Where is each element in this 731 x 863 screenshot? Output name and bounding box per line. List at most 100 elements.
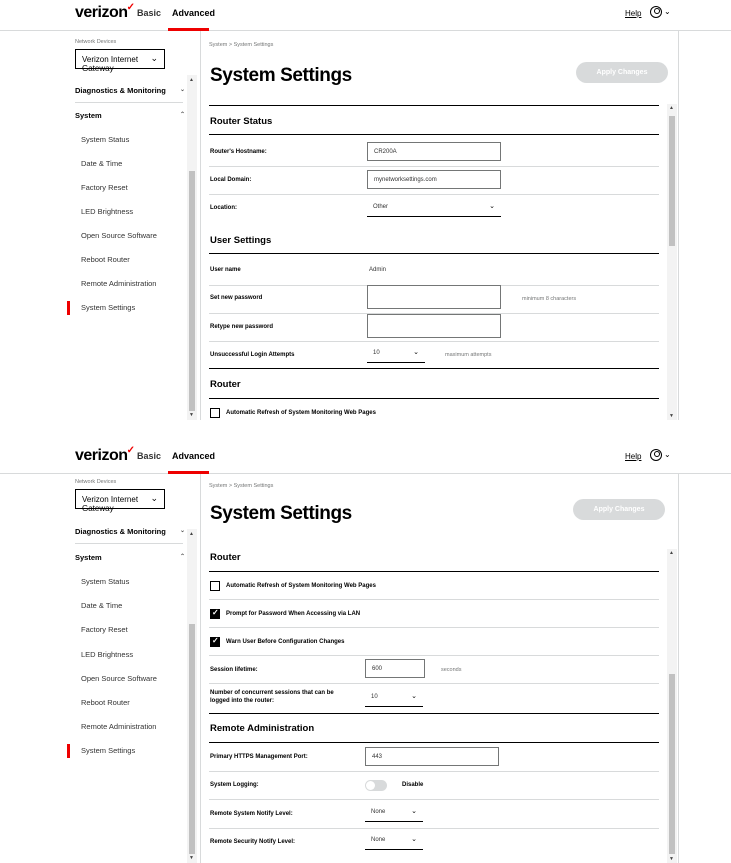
chevron-down-icon: ⌄ (489, 203, 495, 210)
scroll-down-icon[interactable]: ▼ (189, 855, 194, 861)
sidebar-item-system-status[interactable]: System Status (81, 135, 129, 144)
sidebar-scrollbar[interactable]: ▲ ▼ (187, 75, 197, 420)
sidebar-item-open-source[interactable]: Open Source Software (81, 674, 157, 683)
scroll-down-icon[interactable]: ▼ (189, 412, 194, 418)
breadcrumb[interactable]: System > System Settings (209, 42, 273, 48)
sidebar-item-led-brightness[interactable]: LED Brightness (81, 207, 133, 216)
concurrent-sessions-select[interactable]: 10 ⌄ (365, 688, 423, 707)
section-title-router: Router (210, 379, 241, 390)
section-divider (209, 571, 659, 572)
chevron-down-icon: ⌄ (179, 87, 185, 93)
main-scrollbar[interactable]: ▲ ▼ (667, 549, 677, 863)
session-lifetime-unit: seconds (441, 667, 462, 673)
location-select[interactable]: Other ⌄ (367, 198, 501, 217)
sidebar-item-reboot-router[interactable]: Reboot Router (81, 255, 130, 264)
section-title-router-status: Router Status (210, 116, 273, 127)
section-title-remote-administration: Remote Administration (210, 723, 315, 734)
scrollbar-thumb[interactable] (189, 171, 195, 411)
chevron-down-icon[interactable]: ⌄ (664, 7, 671, 16)
scrollbar-thumb[interactable] (189, 624, 195, 854)
sidebar-item-system-settings[interactable]: System Settings (81, 746, 135, 755)
login-attempts-label: Unsuccessful Login Attempts (210, 352, 295, 358)
section-divider (209, 398, 659, 399)
warn-user-label: Warn User Before Configuration Changes (226, 639, 345, 645)
login-attempts-select[interactable]: 10 ⌄ (367, 344, 425, 363)
network-device-select[interactable]: Verizon Internet Gateway ⌄ (75, 49, 165, 73)
nav-advanced[interactable]: Advanced (172, 451, 215, 461)
row-divider (209, 194, 659, 195)
retype-password-input[interactable] (367, 314, 501, 338)
nav-group-diagnostics[interactable]: Diagnostics & Monitoring ⌄ (75, 86, 185, 95)
scroll-up-icon[interactable]: ▲ (189, 531, 194, 537)
scrollbar-thumb[interactable] (669, 674, 675, 854)
hostname-input[interactable]: CR200A (367, 142, 501, 161)
chevron-down-icon[interactable]: ⌄ (664, 450, 671, 459)
auto-refresh-label: Automatic Refresh of System Monitoring W… (226, 583, 376, 589)
row-divider (209, 771, 659, 772)
sidebar-item-system-status[interactable]: System Status (81, 577, 129, 586)
password-hint: minimum 8 characters (522, 296, 577, 302)
sidebar-item-date-time[interactable]: Date & Time (81, 601, 122, 610)
nav-group-system[interactable]: System ⌃ (75, 111, 185, 120)
sidebar: Network Devices Verizon Internet Gateway… (67, 31, 201, 420)
nav-divider (75, 102, 183, 103)
scroll-down-icon[interactable]: ▼ (669, 856, 674, 862)
nav-basic[interactable]: Basic (137, 8, 161, 18)
chevron-up-icon: ⌃ (179, 554, 185, 560)
sidebar-item-date-time[interactable]: Date & Time (81, 159, 122, 168)
main-scrollbar[interactable]: ▲ ▼ (667, 104, 677, 420)
help-link[interactable]: Help (625, 452, 641, 461)
sidebar-item-reboot-router[interactable]: Reboot Router (81, 698, 130, 707)
sidebar-item-factory-reset[interactable]: Factory Reset (81, 183, 128, 192)
row-divider (209, 683, 659, 684)
verizon-logo[interactable]: verizon ✓ (75, 2, 135, 22)
notify-level-select[interactable]: None ⌄ (365, 803, 423, 822)
nav-basic[interactable]: Basic (137, 451, 161, 461)
sidebar-active-indicator (67, 744, 70, 758)
chevron-down-icon: ⌄ (150, 493, 158, 503)
breadcrumb[interactable]: System > System Settings (209, 483, 273, 489)
session-lifetime-input[interactable]: 600 (365, 659, 425, 678)
user-circle-icon[interactable] (650, 6, 662, 18)
sidebar-scrollbar[interactable]: ▲ ▼ (187, 529, 197, 863)
prompt-password-checkbox[interactable] (210, 608, 220, 619)
system-logging-toggle[interactable] (365, 780, 387, 791)
network-devices-label: Network Devices (75, 479, 117, 485)
sidebar-item-open-source[interactable]: Open Source Software (81, 231, 157, 240)
auto-refresh-checkbox[interactable] (210, 581, 220, 591)
new-password-input[interactable] (367, 285, 501, 309)
section-divider (209, 253, 659, 254)
sidebar-item-system-settings[interactable]: System Settings (81, 303, 135, 312)
help-link[interactable]: Help (625, 9, 641, 18)
sidebar-item-remote-administration[interactable]: Remote Administration (81, 279, 156, 288)
nav-group-diagnostics[interactable]: Diagnostics & Monitoring ⌄ (75, 527, 185, 536)
apply-changes-button[interactable]: Apply Changes (576, 62, 668, 83)
local-domain-input[interactable]: mynetworksettings.com (367, 170, 501, 189)
scroll-up-icon[interactable]: ▲ (189, 77, 194, 83)
scroll-up-icon[interactable]: ▲ (669, 550, 674, 556)
sidebar-item-led-brightness[interactable]: LED Brightness (81, 650, 133, 659)
https-port-label: Primary HTTPS Management Port: (210, 754, 308, 760)
settings-content: Router Automatic Refresh of System Monit… (209, 549, 659, 863)
nav-divider (75, 543, 183, 544)
sidebar-item-factory-reset[interactable]: Factory Reset (81, 625, 128, 634)
nav-advanced[interactable]: Advanced (172, 8, 215, 18)
scroll-down-icon[interactable]: ▼ (669, 413, 674, 419)
apply-changes-button[interactable]: Apply Changes (573, 499, 665, 520)
scrollbar-thumb[interactable] (669, 116, 675, 246)
row-divider (209, 341, 659, 342)
retype-password-label: Retype new password (210, 324, 274, 330)
https-port-input[interactable]: 443 (365, 747, 499, 766)
nav-group-system[interactable]: System ⌃ (75, 553, 185, 562)
warn-user-checkbox[interactable] (210, 636, 220, 647)
verizon-logo[interactable]: verizon ✓ (75, 445, 135, 465)
user-circle-icon[interactable] (650, 449, 662, 461)
sidebar-item-remote-administration[interactable]: Remote Administration (81, 722, 156, 731)
security-level-select[interactable]: None ⌄ (365, 831, 423, 850)
concurrent-sessions-label-line2: logged into the router: (210, 698, 274, 704)
section-title-router: Router (210, 552, 241, 563)
network-device-select[interactable]: Verizon Internet Gateway ⌄ (75, 489, 165, 513)
scroll-up-icon[interactable]: ▲ (669, 105, 674, 111)
sidebar-active-indicator (67, 301, 70, 315)
auto-refresh-checkbox[interactable] (210, 408, 220, 418)
